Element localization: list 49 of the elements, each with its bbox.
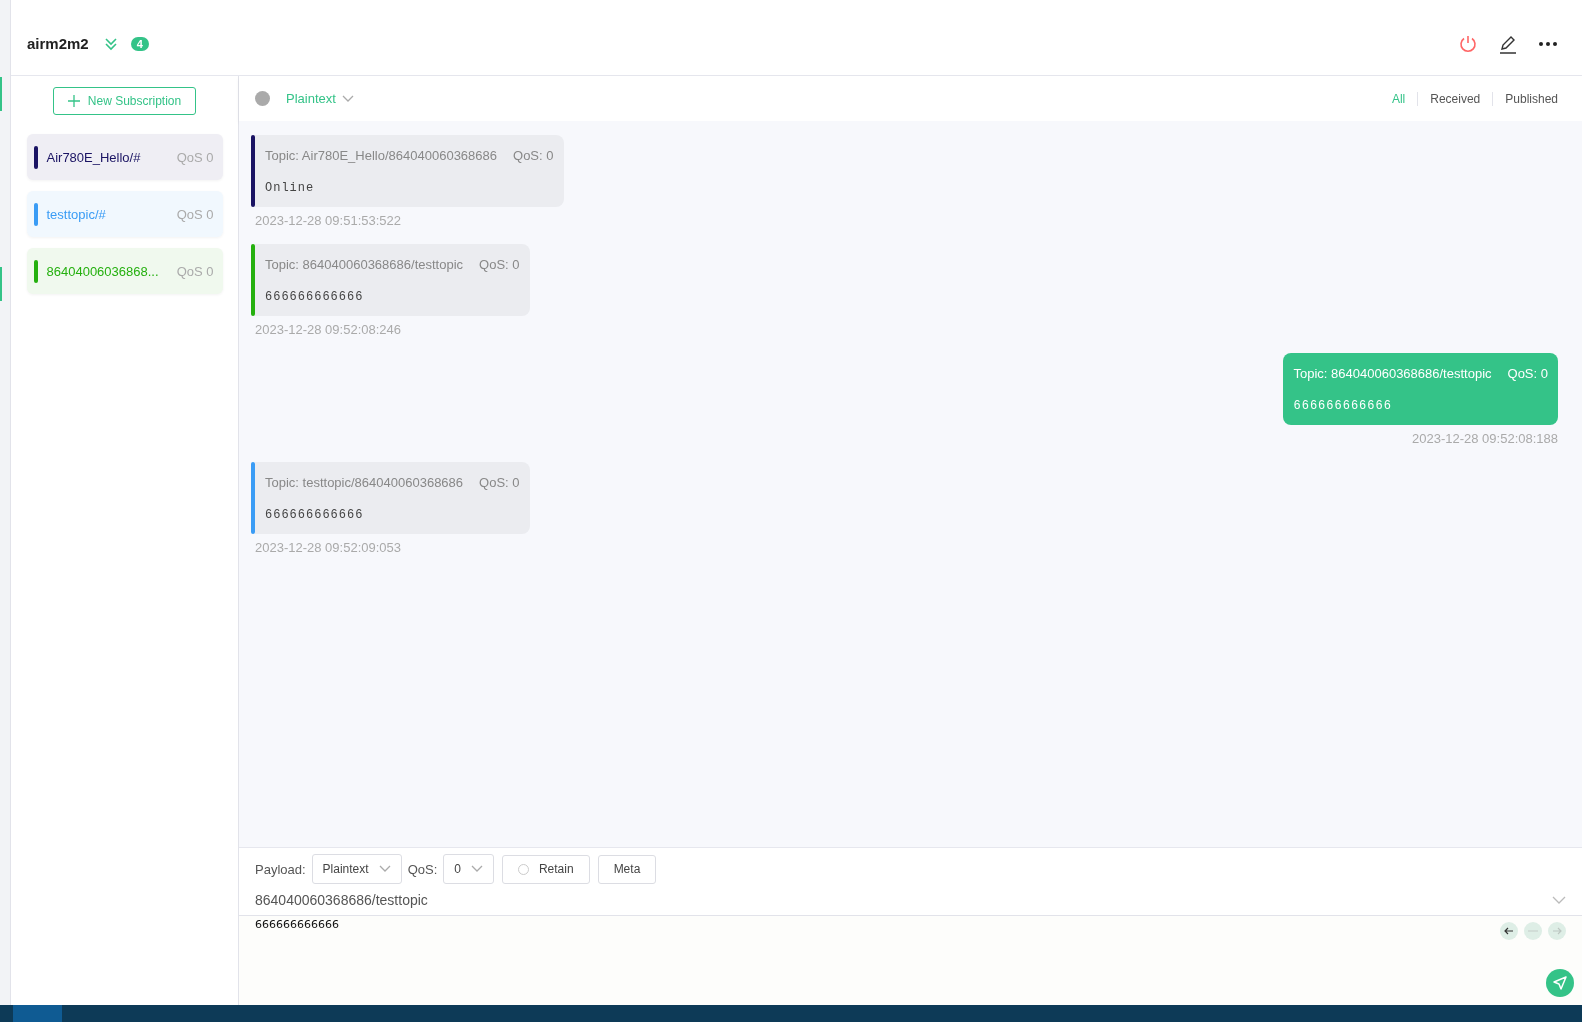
plus-icon — [67, 95, 80, 107]
filter-tab[interactable]: Published — [1492, 91, 1558, 106]
message-qos: QoS: 0 — [479, 257, 520, 272]
qos-select[interactable]: 0 — [443, 854, 494, 884]
send-button[interactable] — [1546, 969, 1574, 997]
connection-name: airm2m2 — [27, 35, 89, 52]
message-topic: Topic: 864040060368686/testtopic — [1293, 366, 1492, 381]
message-time: 2023-12-28 09:52:08:246 — [254, 322, 402, 337]
message-qos: QoS: 0 — [1507, 366, 1548, 381]
clear-button[interactable] — [1524, 922, 1542, 940]
message-time: 2023-12-28 09:52:08:188 — [1411, 431, 1558, 446]
message-topic: Topic: 864040060368686/testtopic — [265, 257, 464, 272]
forward-arrow-button[interactable] — [1548, 922, 1566, 940]
message-time: 2023-12-28 09:52:09:053 — [254, 540, 402, 555]
nav-indicator — [0, 77, 2, 111]
payload-format-select[interactable]: Plaintext — [311, 854, 402, 884]
message-topic: Topic: Air780E_Hello/864040060368686 — [265, 148, 498, 163]
filter-tab[interactable]: Received — [1417, 91, 1493, 106]
meta-button[interactable]: Meta — [597, 854, 657, 884]
subscription-item[interactable]: Air780E_Hello/# QoS 0 — [26, 134, 223, 180]
power-icon[interactable] — [1458, 33, 1478, 54]
message-topic: Topic: testtopic/864040060368686 — [265, 475, 464, 490]
chevron-down-icon[interactable] — [1552, 895, 1566, 904]
chevron-down-icon — [378, 865, 391, 873]
back-arrow-button[interactable] — [1500, 922, 1518, 940]
message-qos: QoS: 0 — [513, 148, 554, 163]
double-chevron-icon[interactable] — [102, 35, 119, 52]
chevron-down-icon — [470, 865, 483, 873]
message-time: 2023-12-28 09:51:53:522 — [254, 213, 402, 228]
qos-label: QoS 0 — [176, 206, 214, 222]
count-badge: 4 — [130, 36, 149, 51]
message-payload: Online — [265, 181, 316, 195]
subscription-topic: Air780E_Hello/# — [46, 149, 142, 165]
retain-toggle[interactable]: Retain — [501, 854, 590, 884]
subscription-topic: testtopic/# — [46, 206, 107, 222]
payload-label: Payload: — [255, 861, 306, 877]
topic-input[interactable]: 864040060368686/testtopic — [255, 891, 1552, 908]
qos-label: QoS 0 — [176, 149, 214, 165]
message-payload: 666666666666 — [265, 290, 365, 304]
nav-indicator — [0, 267, 2, 301]
more-icon[interactable] — [1538, 40, 1558, 47]
qos-label: QoS: — [407, 861, 438, 877]
payload-input[interactable]: 666666666666 — [255, 918, 1500, 931]
message-payload: 666666666666 — [1293, 399, 1393, 413]
chevron-down-icon — [341, 94, 354, 103]
message-qos: QoS: 0 — [479, 475, 520, 490]
subscription-topic: 86404006036868... — [46, 263, 160, 279]
message-payload: 666666666666 — [265, 508, 365, 522]
qos-label: QoS 0 — [176, 263, 214, 279]
